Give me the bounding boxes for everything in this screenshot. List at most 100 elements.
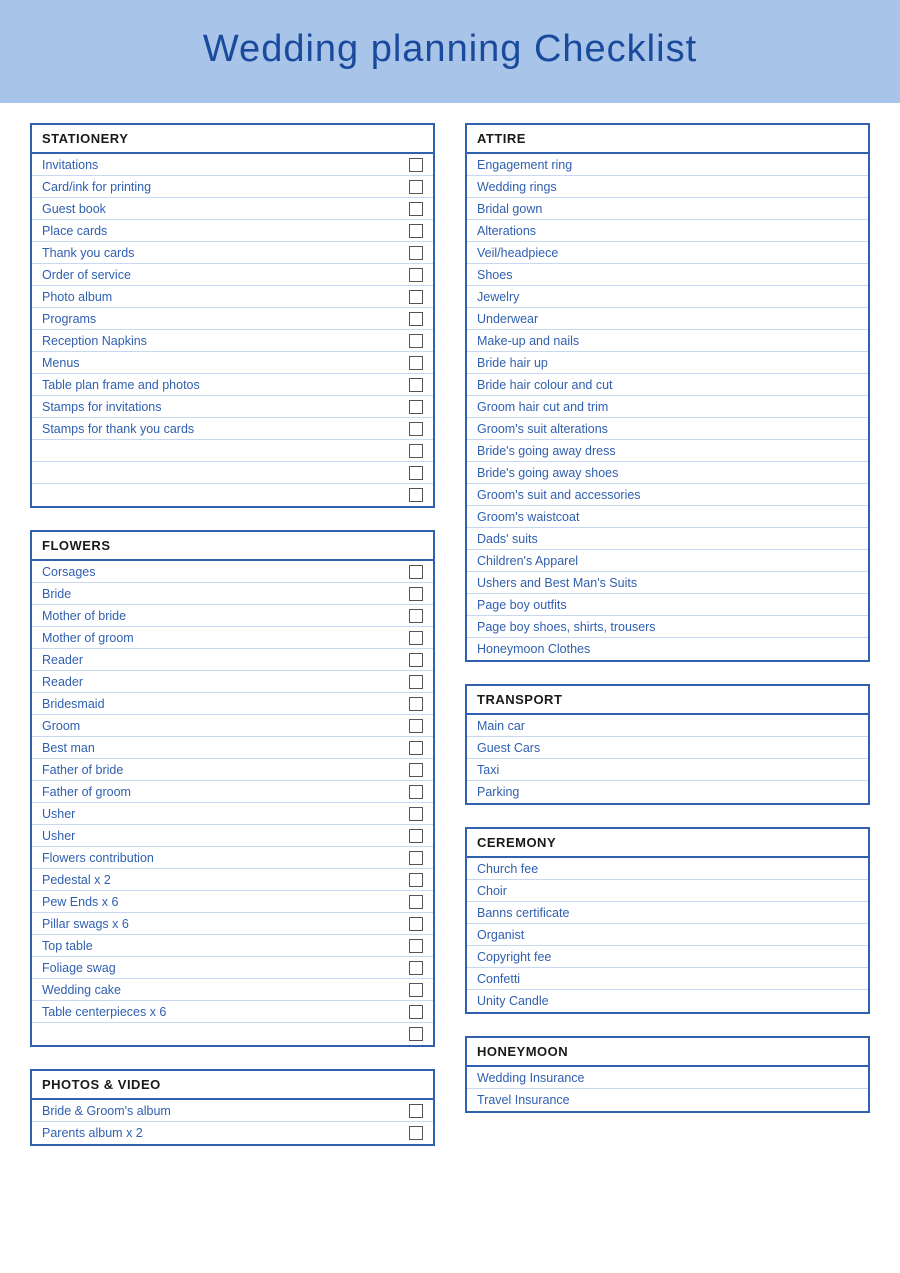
item-label: Programs — [42, 312, 401, 326]
item-label: Organist — [477, 928, 858, 942]
item-label: Invitations — [42, 158, 401, 172]
checklist-row: Taxi — [467, 759, 868, 781]
checkbox[interactable] — [409, 807, 423, 821]
checklist-row — [32, 462, 433, 484]
checklist-row: Reader — [32, 671, 433, 693]
checklist-row: Order of service — [32, 264, 433, 286]
section-title-honeymoon: HONEYMOON — [467, 1038, 868, 1067]
checklist-row: Mother of bride — [32, 605, 433, 627]
item-label: Unity Candle — [477, 994, 858, 1008]
item-label: Table plan frame and photos — [42, 378, 401, 392]
item-label: Children's Apparel — [477, 554, 858, 568]
checkbox[interactable] — [409, 1126, 423, 1140]
item-label: Underwear — [477, 312, 858, 326]
checkbox[interactable] — [409, 444, 423, 458]
checklist-row: Groom's waistcoat — [467, 506, 868, 528]
page-title: Wedding planning Checklist — [20, 28, 880, 71]
checkbox[interactable] — [409, 290, 423, 304]
item-label: Veil/headpiece — [477, 246, 858, 260]
item-label: Bride — [42, 587, 401, 601]
checklist-row: Groom's suit and accessories — [467, 484, 868, 506]
checklist-row: Mother of groom — [32, 627, 433, 649]
checkbox[interactable] — [409, 587, 423, 601]
item-label: Jewelry — [477, 290, 858, 304]
checkbox[interactable] — [409, 224, 423, 238]
checkbox[interactable] — [409, 895, 423, 909]
item-label: Groom hair cut and trim — [477, 400, 858, 414]
checkbox[interactable] — [409, 565, 423, 579]
checkbox[interactable] — [409, 917, 423, 931]
checkbox[interactable] — [409, 653, 423, 667]
checkbox[interactable] — [409, 851, 423, 865]
checklist-row: Corsages — [32, 561, 433, 583]
checkbox[interactable] — [409, 697, 423, 711]
checklist-row: Ushers and Best Man's Suits — [467, 572, 868, 594]
checkbox[interactable] — [409, 631, 423, 645]
checklist-row: Programs — [32, 308, 433, 330]
section-honeymoon: HONEYMOON Wedding Insurance Travel Insuran… — [465, 1036, 870, 1113]
checkbox[interactable] — [409, 312, 423, 326]
checkbox[interactable] — [409, 202, 423, 216]
item-label: Wedding cake — [42, 983, 401, 997]
checkbox[interactable] — [409, 741, 423, 755]
checklist-row: Page boy shoes, shirts, trousers — [467, 616, 868, 638]
item-label: Reader — [42, 653, 401, 667]
checklist-row: Table plan frame and photos — [32, 374, 433, 396]
checkbox[interactable] — [409, 488, 423, 502]
item-label: Wedding Insurance — [477, 1071, 858, 1085]
checkbox[interactable] — [409, 983, 423, 997]
item-label: Card/ink for printing — [42, 180, 401, 194]
item-label: Reader — [42, 675, 401, 689]
item-label: Bridesmaid — [42, 697, 401, 711]
checkbox[interactable] — [409, 180, 423, 194]
checkbox[interactable] — [409, 378, 423, 392]
checkbox[interactable] — [409, 785, 423, 799]
checkbox[interactable] — [409, 939, 423, 953]
checklist-row: Menus — [32, 352, 433, 374]
checkbox[interactable] — [409, 158, 423, 172]
section-ceremony: CEREMONYChurch feeChoirBanns certificate… — [465, 827, 870, 1014]
checklist-row: Reception Napkins — [32, 330, 433, 352]
item-label: Reception Napkins — [42, 334, 401, 348]
checkbox[interactable] — [409, 873, 423, 887]
section-title-ceremony: CEREMONY — [467, 829, 868, 858]
checklist-row: Father of bride — [32, 759, 433, 781]
item-label: Choir — [477, 884, 858, 898]
checklist-row: Parking — [467, 781, 868, 803]
checkbox[interactable] — [409, 422, 423, 436]
item-label: Bride's going away shoes — [477, 466, 858, 480]
checkbox[interactable] — [409, 609, 423, 623]
checkbox[interactable] — [409, 268, 423, 282]
item-label: Top table — [42, 939, 401, 953]
item-label: Parents album x 2 — [42, 1126, 401, 1140]
checkbox[interactable] — [409, 400, 423, 414]
item-label: Alterations — [477, 224, 858, 238]
checklist-row: Bridal gown — [467, 198, 868, 220]
checklist-row: Invitations — [32, 154, 433, 176]
checkbox[interactable] — [409, 829, 423, 843]
checkbox[interactable] — [409, 719, 423, 733]
section-stationery: STATIONERYInvitationsCard/ink for printi… — [30, 123, 435, 508]
checkbox[interactable] — [409, 1005, 423, 1019]
item-label: Page boy shoes, shirts, trousers — [477, 620, 858, 634]
item-label: Usher — [42, 829, 401, 843]
checklist-row: Jewelry — [467, 286, 868, 308]
checklist-row: Flowers contribution — [32, 847, 433, 869]
checklist-row: Groom hair cut and trim — [467, 396, 868, 418]
checkbox[interactable] — [409, 1027, 423, 1041]
checkbox[interactable] — [409, 334, 423, 348]
checklist-row: Wedding rings — [467, 176, 868, 198]
checkbox[interactable] — [409, 763, 423, 777]
checkbox[interactable] — [409, 1104, 423, 1118]
checklist-row: Bride's going away dress — [467, 440, 868, 462]
checkbox[interactable] — [409, 675, 423, 689]
item-label: Guest Cars — [477, 741, 858, 755]
checkbox[interactable] — [409, 961, 423, 975]
checklist-row: Engagement ring — [467, 154, 868, 176]
checkbox[interactable] — [409, 356, 423, 370]
checkbox[interactable] — [409, 466, 423, 480]
checkbox[interactable] — [409, 246, 423, 260]
checklist-row: Father of groom — [32, 781, 433, 803]
checklist-row: Groom — [32, 715, 433, 737]
checklist-row: Travel Insurance — [467, 1089, 868, 1111]
